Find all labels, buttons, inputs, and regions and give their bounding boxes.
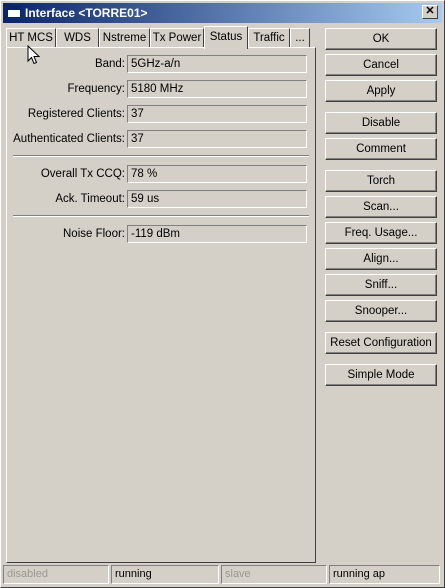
authenticated-clients-label: Authenticated Clients: (13, 133, 125, 145)
window-icon (7, 6, 21, 18)
tab-nstreme[interactable]: Nstreme (99, 28, 150, 48)
reset-configuration-button[interactable]: Reset Configuration (325, 332, 437, 354)
band-label: Band: (94, 58, 125, 70)
comment-button[interactable]: Comment (325, 138, 437, 160)
separator (13, 215, 309, 217)
separator (13, 155, 309, 157)
frequency-value: 5180 MHz (127, 80, 307, 98)
mouse-pointer-icon (27, 45, 41, 65)
registered-clients-row: Registered Clients: 37 (7, 105, 315, 125)
freq-usage-button[interactable]: Freq. Usage... (325, 222, 437, 244)
authenticated-clients-row: Authenticated Clients: 37 (7, 130, 315, 150)
status-disabled: disabled (3, 565, 109, 584)
overall-tx-ccq-label: Overall Tx CCQ: (40, 168, 125, 180)
overall-tx-ccq-row: Overall Tx CCQ: 78 % (7, 165, 315, 185)
overall-tx-ccq-value: 78 % (127, 165, 307, 183)
tab-status[interactable]: Status (204, 26, 248, 49)
noise-floor-label: Noise Floor: (63, 228, 125, 240)
registered-clients-value: 37 (127, 105, 307, 123)
apply-button[interactable]: Apply (325, 80, 437, 102)
window-title: Interface <TORRE01> (25, 6, 148, 20)
tab-more[interactable]: ... (290, 28, 310, 48)
scan-button[interactable]: Scan... (325, 196, 437, 218)
title-bar[interactable]: Interface <TORRE01> ✕ (3, 3, 442, 23)
interface-window: Interface <TORRE01> ✕ HT MCS WDS Nstreme… (0, 0, 445, 588)
band-row: Band: 5GHz-a/n (7, 55, 315, 75)
disable-button[interactable]: Disable (325, 112, 437, 134)
frequency-row: Frequency: 5180 MHz (7, 80, 315, 100)
status-panel: Band: 5GHz-a/n Frequency: 5180 MHz Regis… (6, 47, 316, 563)
ack-timeout-label: Ack. Timeout: (55, 193, 125, 205)
cancel-button[interactable]: Cancel (325, 54, 437, 76)
tab-tx-power[interactable]: Tx Power (150, 28, 204, 48)
status-bar: disabled running slave running ap (3, 565, 442, 585)
ack-timeout-value: 59 us (127, 190, 307, 208)
status-running: running (111, 565, 219, 584)
close-icon[interactable]: ✕ (422, 5, 438, 19)
ok-button[interactable]: OK (325, 28, 437, 50)
registered-clients-label: Registered Clients: (27, 108, 125, 120)
tab-traffic[interactable]: Traffic (248, 28, 290, 48)
band-value: 5GHz-a/n (127, 55, 307, 73)
simple-mode-button[interactable]: Simple Mode (325, 364, 437, 386)
authenticated-clients-value: 37 (127, 130, 307, 148)
status-slave: slave (221, 565, 327, 584)
sniff-button[interactable]: Sniff... (325, 274, 437, 296)
snooper-button[interactable]: Snooper... (325, 300, 437, 322)
frequency-label: Frequency: (67, 83, 125, 95)
ack-timeout-row: Ack. Timeout: 59 us (7, 190, 315, 210)
align-button[interactable]: Align... (325, 248, 437, 270)
torch-button[interactable]: Torch (325, 170, 437, 192)
status-running-ap: running ap (329, 565, 440, 584)
noise-floor-value: -119 dBm (127, 225, 307, 243)
tab-wds[interactable]: WDS (56, 28, 99, 48)
noise-floor-row: Noise Floor: -119 dBm (7, 225, 315, 245)
